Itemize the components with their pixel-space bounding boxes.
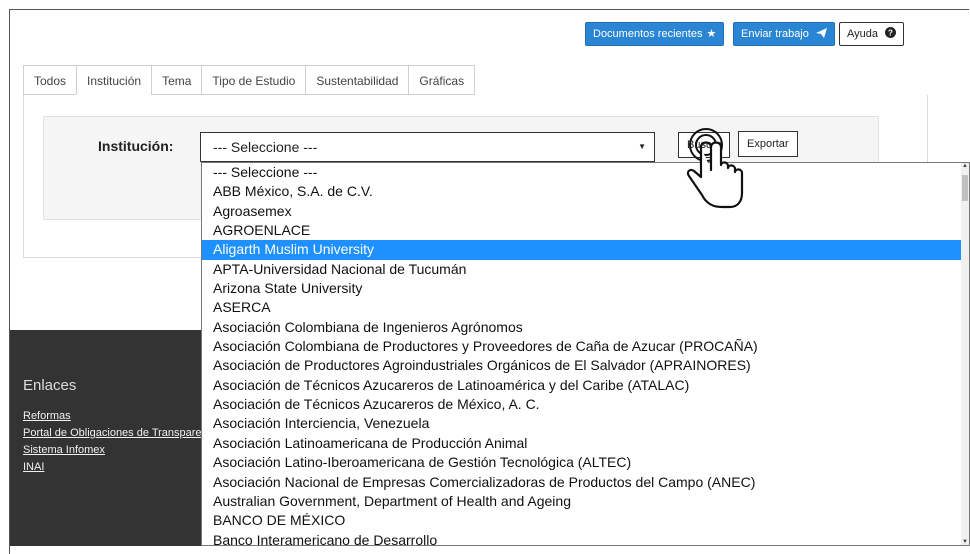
institution-label: Institución: (98, 138, 174, 154)
dropdown-option[interactable]: Asociación Nacional de Empresas Comercia… (202, 473, 969, 492)
tab-tipo-de-estudio[interactable]: Tipo de Estudio (201, 65, 306, 95)
question-circle-icon: ? (882, 27, 897, 40)
dropdown-option[interactable]: Australian Government, Department of Hea… (202, 492, 969, 511)
dropdown-option[interactable]: Asociación de Técnicos Azucareros de Méx… (202, 395, 969, 414)
dropdown-option[interactable]: Asociación de Técnicos Azucareros de Lat… (202, 376, 969, 395)
paper-plane-icon (813, 28, 827, 40)
scroll-up-arrow-icon[interactable]: ▲ (961, 163, 969, 169)
dropdown-option[interactable]: ASERCA (202, 298, 969, 317)
export-button-label: Exportar (747, 138, 789, 150)
send-work-label: Enviar trabajo (741, 28, 809, 40)
footer-link-reformas[interactable]: Reformas (23, 410, 71, 422)
help-label: Ayuda (847, 28, 878, 40)
institution-select-value: --- Seleccione --- (213, 139, 318, 155)
dropdown-option[interactable]: Asociación de Productores Agroindustrial… (202, 356, 969, 375)
footer-link-inai[interactable]: INAI (23, 461, 44, 473)
tab-todos[interactable]: Todos (23, 65, 77, 95)
send-work-button[interactable]: Enviar trabajo (733, 22, 835, 46)
help-button[interactable]: Ayuda ? (839, 22, 905, 46)
dropdown-option[interactable]: Asociación Latino-Iberoamericana de Gest… (202, 453, 969, 472)
dropdown-option[interactable]: Arizona State University (202, 279, 969, 298)
dropdown-option[interactable]: ABB México, S.A. de C.V. (202, 182, 969, 201)
tab-tema[interactable]: Tema (151, 65, 202, 95)
footer-link-transparencia[interactable]: Portal de Obligaciones de Transpare (23, 427, 202, 439)
dropdown-option[interactable]: Agroasemex (202, 202, 969, 221)
dropdown-option[interactable]: BANCO DE MÉXICO (202, 511, 969, 530)
tab-sustentabilidad[interactable]: Sustentabilidad (305, 65, 409, 95)
dropdown-option[interactable]: Asociación Latinoamericana de Producción… (202, 434, 969, 453)
recent-documents-button[interactable]: Documentos recientes ★ (585, 22, 725, 46)
footer-link-infomex[interactable]: Sistema Infomex (23, 444, 105, 456)
footer-heading: Enlaces (23, 377, 77, 394)
scroll-down-arrow-icon[interactable]: ▼ (961, 539, 969, 545)
dropdown-option[interactable]: AGROENLACE (202, 221, 969, 240)
dropdown-option[interactable]: APTA-Universidad Nacional de Tucumán (202, 260, 969, 279)
dropdown-option[interactable]: --- Seleccione --- (202, 163, 969, 182)
svg-text:?: ? (888, 29, 893, 38)
dropdown-scrollbar[interactable]: ▲ ▼ (961, 163, 969, 545)
filter-tabs: Todos Institución Tema Tipo de Estudio S… (23, 65, 476, 96)
dropdown-option[interactable]: Asociación Colombiana de Ingenieros Agró… (202, 318, 969, 337)
hand-cursor-icon (686, 128, 744, 209)
tab-institucion[interactable]: Institución (76, 65, 152, 95)
star-icon: ★ (706, 28, 717, 40)
dropdown-option-highlighted[interactable]: Aligarth Muslim University (202, 240, 969, 260)
dropdown-option[interactable]: Asociación Interciencia, Venezuela (202, 414, 969, 433)
dropdown-option[interactable]: Banco Interamericano de Desarrollo (202, 531, 969, 545)
institution-dropdown-list[interactable]: --- Seleccione --- ABB México, S.A. de C… (201, 162, 970, 546)
dropdown-arrow-icon: ▼ (638, 142, 646, 151)
institution-select[interactable]: --- Seleccione --- ▼ (200, 132, 655, 162)
scrollbar-thumb[interactable] (962, 175, 968, 201)
tab-graficas[interactable]: Gráficas (408, 65, 476, 95)
dropdown-option[interactable]: Asociación Colombiana de Productores y P… (202, 337, 969, 356)
recent-documents-label: Documentos recientes (593, 28, 703, 40)
